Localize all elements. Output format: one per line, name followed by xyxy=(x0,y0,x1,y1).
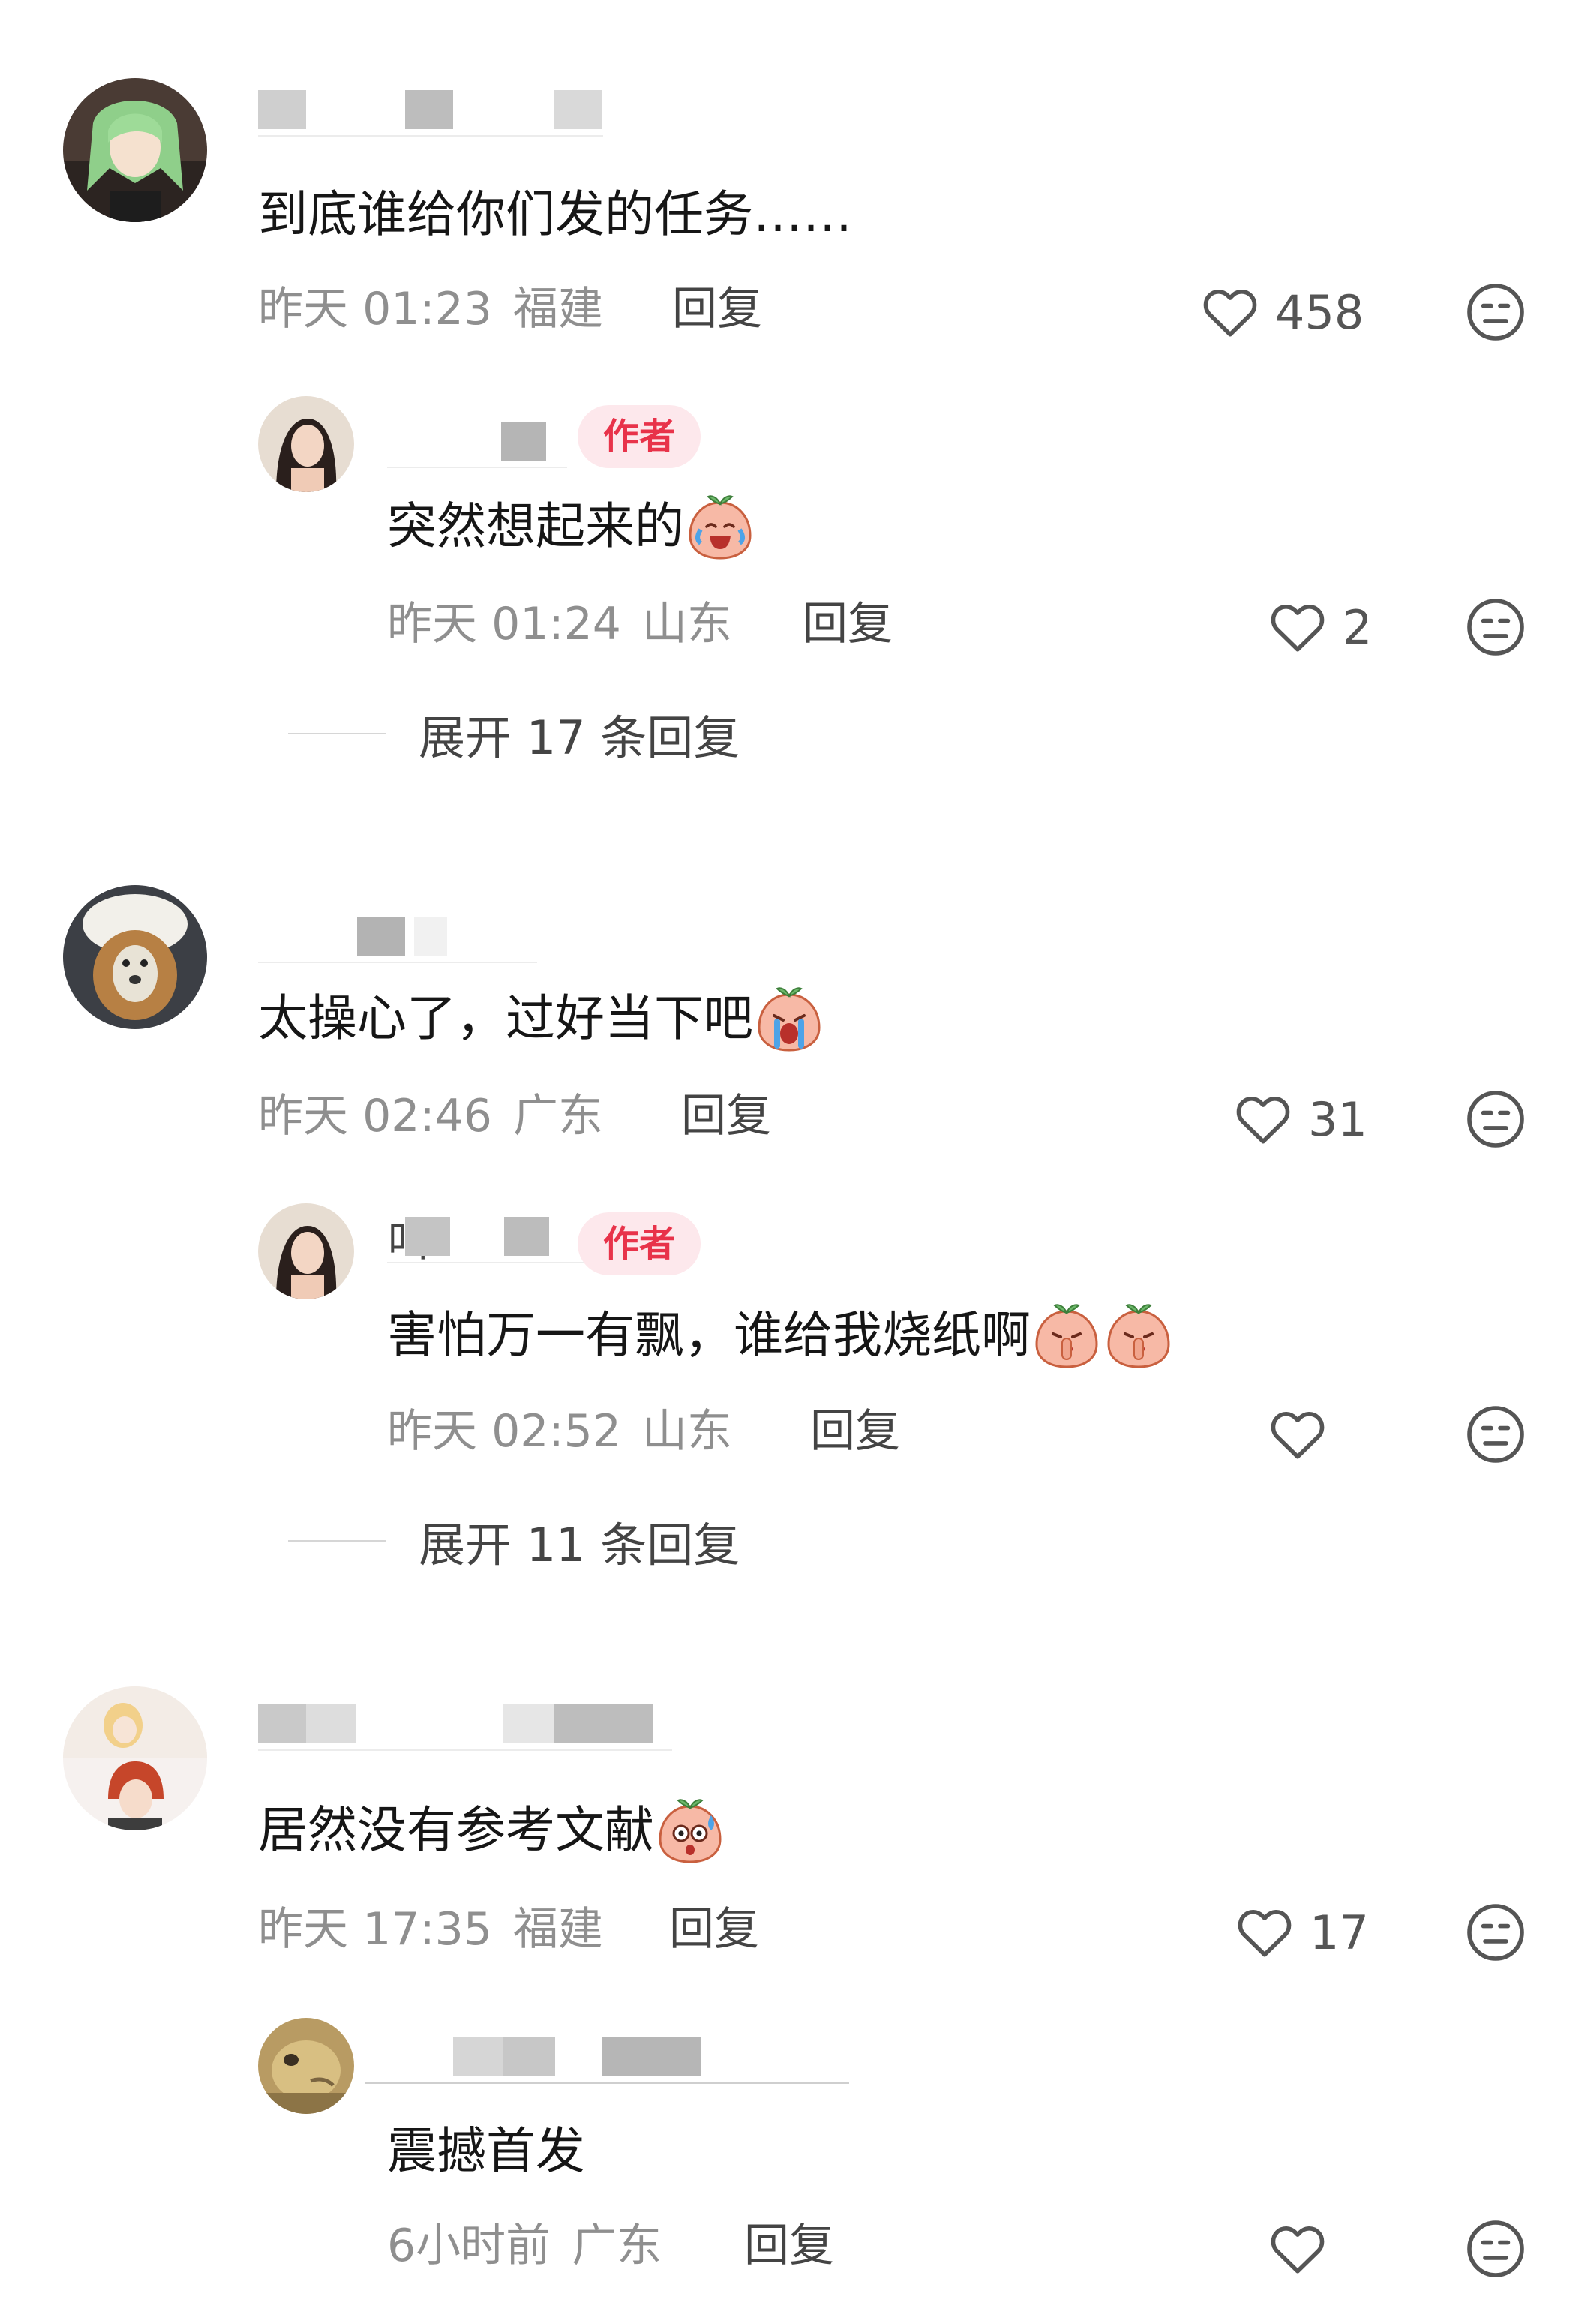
reply-button[interactable]: 回复 xyxy=(681,1085,771,1148)
location: 广东 xyxy=(572,2220,662,2272)
dislike-icon[interactable] xyxy=(1464,596,1527,659)
reply-button[interactable]: 回复 xyxy=(669,1898,759,1961)
sob-emoji xyxy=(753,983,825,1055)
username-redacted[interactable] xyxy=(365,2037,849,2084)
shock-emoji xyxy=(654,1794,726,1866)
heart-outline-icon xyxy=(1266,1403,1329,1466)
heart-outline-icon xyxy=(1199,281,1262,344)
avatar[interactable] xyxy=(258,1203,354,1299)
reply-button[interactable]: 回复 xyxy=(744,2214,834,2277)
timestamp: 6小时前 xyxy=(387,2220,551,2272)
reply-text: 害怕万一有飘，谁给我烧纸啊 xyxy=(387,1299,1175,1371)
shush-emoji xyxy=(1103,1299,1175,1371)
avatar[interactable] xyxy=(258,396,354,492)
avatar[interactable] xyxy=(63,885,207,1029)
reply-meta: 6小时前 广东 xyxy=(387,2214,662,2277)
like-button[interactable]: 31 xyxy=(1232,1088,1367,1151)
timestamp: 昨天 01:24 xyxy=(387,598,621,650)
shush-emoji xyxy=(1031,1299,1103,1371)
like-count: 17 xyxy=(1310,1905,1369,1960)
location: 山东 xyxy=(641,598,732,650)
heart-outline-icon xyxy=(1266,2217,1329,2280)
like-count: 458 xyxy=(1275,284,1364,340)
comment-meta: 昨天 17:35 福建 xyxy=(258,1898,603,1961)
username-redacted[interactable]: 叫 xyxy=(387,1217,584,1266)
heart-outline-icon xyxy=(1266,596,1329,659)
dislike-icon[interactable] xyxy=(1464,281,1527,344)
dislike-icon[interactable] xyxy=(1464,1403,1527,1466)
username-redacted[interactable] xyxy=(258,917,537,963)
dislike-icon[interactable] xyxy=(1464,1901,1527,1964)
reply-meta: 昨天 01:24 山东 xyxy=(387,593,732,656)
timestamp: 昨天 02:46 xyxy=(258,1090,492,1142)
reply-button[interactable]: 回复 xyxy=(672,278,762,341)
username-redacted[interactable] xyxy=(387,422,567,468)
username-redacted[interactable] xyxy=(258,90,603,137)
like-button[interactable] xyxy=(1266,2217,1343,2280)
avatar[interactable] xyxy=(63,78,207,222)
reply-text: 突然想起来的 xyxy=(387,491,756,563)
location: 广东 xyxy=(512,1090,603,1142)
like-button[interactable]: 458 xyxy=(1199,281,1364,344)
expand-replies-button[interactable]: 展开 11 条回复 xyxy=(288,1509,740,1572)
dislike-icon[interactable] xyxy=(1464,2217,1527,2280)
avatar[interactable] xyxy=(258,2018,354,2114)
comment-text: 太操心了，过好当下吧 xyxy=(258,983,825,1055)
divider xyxy=(288,1540,386,1542)
expand-replies-label: 展开 11 条回复 xyxy=(419,1518,740,1572)
divider xyxy=(288,733,386,734)
reply-text: 震撼首发 xyxy=(387,2122,585,2180)
laugh-cry-emoji xyxy=(684,491,756,563)
timestamp: 昨天 01:23 xyxy=(258,283,492,335)
like-count: 31 xyxy=(1308,1091,1367,1147)
location: 福建 xyxy=(512,283,603,335)
timestamp: 昨天 17:35 xyxy=(258,1903,492,1956)
avatar[interactable] xyxy=(63,1686,207,1830)
heart-outline-icon xyxy=(1233,1901,1296,1964)
location: 山东 xyxy=(641,1405,732,1458)
author-badge: 作者 xyxy=(578,405,701,468)
reply-button[interactable]: 回复 xyxy=(810,1400,900,1463)
like-button[interactable]: 17 xyxy=(1233,1901,1369,1964)
comment-text: 居然没有参考文献 xyxy=(258,1794,726,1866)
comment-text: 到底谁给你们发的任务…… xyxy=(258,185,852,243)
dislike-icon[interactable] xyxy=(1464,1088,1527,1151)
heart-outline-icon xyxy=(1232,1088,1295,1151)
author-badge: 作者 xyxy=(578,1212,701,1275)
reply-meta: 昨天 02:52 山东 xyxy=(387,1400,732,1463)
comment-meta: 昨天 02:46 广东 xyxy=(258,1085,603,1148)
reply-button[interactable]: 回复 xyxy=(803,593,893,656)
like-count: 2 xyxy=(1343,599,1373,655)
expand-replies-label: 展开 17 条回复 xyxy=(419,710,740,765)
like-button[interactable]: 2 xyxy=(1266,596,1372,659)
like-button[interactable] xyxy=(1266,1403,1343,1466)
timestamp: 昨天 02:52 xyxy=(387,1405,621,1458)
expand-replies-button[interactable]: 展开 17 条回复 xyxy=(288,702,740,765)
comment-meta: 昨天 01:23 福建 xyxy=(258,278,603,341)
location: 福建 xyxy=(512,1903,603,1956)
username-redacted[interactable] xyxy=(258,1704,672,1751)
